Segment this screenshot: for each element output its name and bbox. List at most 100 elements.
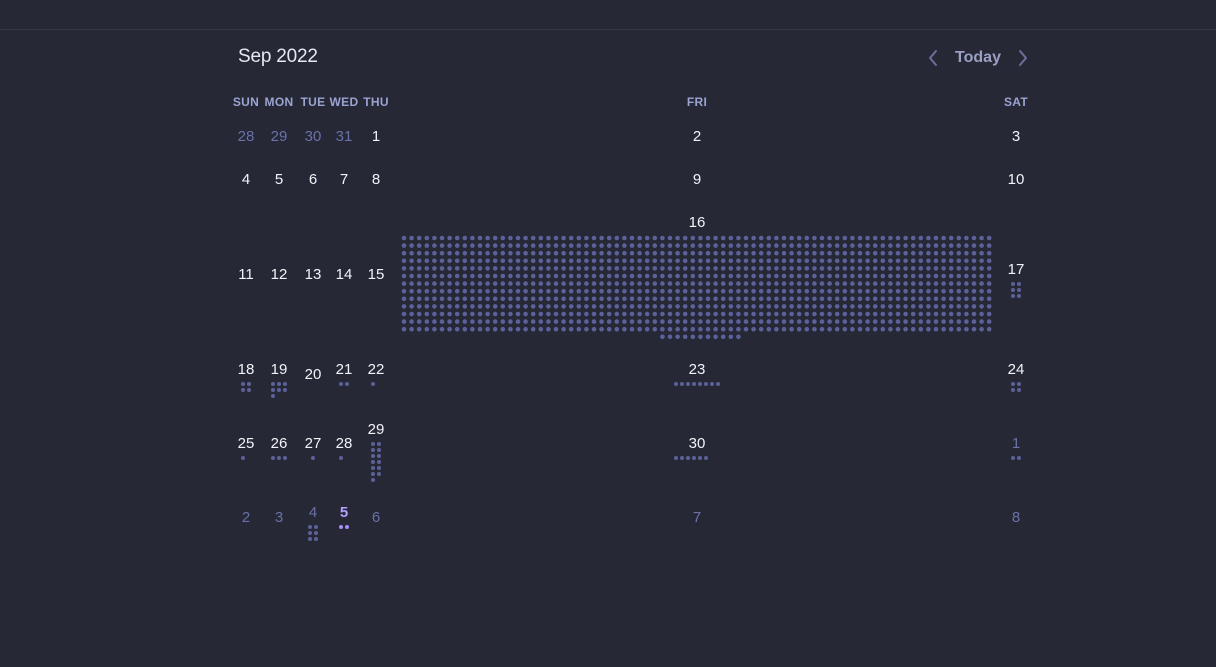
event-dot <box>568 326 574 332</box>
event-dot <box>477 319 483 324</box>
event-dot <box>416 311 422 317</box>
event-dot <box>416 266 422 271</box>
event-dot <box>713 304 718 309</box>
event-dot <box>675 326 680 332</box>
event-dot <box>789 258 794 264</box>
event-dot <box>895 326 901 332</box>
event-dot <box>872 273 878 279</box>
day-cell[interactable]: 30 <box>674 435 717 515</box>
event-dot <box>515 281 521 286</box>
event-dot <box>485 266 490 271</box>
event-dot <box>720 304 726 309</box>
event-dot <box>872 250 878 256</box>
event-dot <box>591 266 597 271</box>
day-cell[interactable]: 7 <box>677 509 717 589</box>
event-dot <box>698 456 702 460</box>
event-dot <box>523 326 528 332</box>
event-dot <box>948 296 954 302</box>
event-dot <box>758 258 764 264</box>
event-dot <box>660 273 665 279</box>
event-dot <box>956 258 962 264</box>
event-dot <box>713 235 718 241</box>
event-dot <box>774 266 779 271</box>
event-dot <box>933 235 939 241</box>
event-dot <box>926 296 931 302</box>
event-dot <box>865 288 870 294</box>
event-dot <box>652 311 658 317</box>
event-dot <box>492 288 498 294</box>
event-dot <box>704 456 708 460</box>
day-cell[interactable]: 8 <box>996 509 1036 589</box>
event-dot <box>500 258 506 264</box>
day-number: 8 <box>371 171 381 188</box>
today-button[interactable]: Today <box>952 49 1004 67</box>
event-dot <box>553 288 559 294</box>
event-dot <box>462 288 468 294</box>
event-dot <box>345 525 349 529</box>
event-dot <box>736 304 741 309</box>
event-dot <box>424 326 430 332</box>
event-dot <box>918 273 924 279</box>
event-dot <box>796 243 802 248</box>
event-dot <box>956 243 962 248</box>
day-cell[interactable]: 24 <box>996 361 1036 441</box>
prev-month-button[interactable] <box>924 48 942 68</box>
event-dot <box>432 273 437 279</box>
event-dot <box>948 311 954 317</box>
day-cell[interactable]: 1 <box>996 435 1036 515</box>
day-cell[interactable]: 29 <box>356 421 396 501</box>
chevron-left-icon <box>924 48 942 68</box>
event-dot <box>842 243 848 248</box>
event-dot <box>971 243 977 248</box>
event-dot <box>553 326 559 332</box>
event-dot <box>857 311 863 317</box>
event-dot <box>462 273 468 279</box>
event-dot <box>462 311 468 317</box>
day-cell[interactable]: 17 <box>996 261 1036 341</box>
event-dot <box>910 288 916 294</box>
event-dot <box>568 273 574 279</box>
event-dot <box>979 243 984 248</box>
event-dot <box>690 235 696 241</box>
event-dot <box>622 235 627 241</box>
event-dot <box>903 258 908 264</box>
event-dot <box>584 235 589 241</box>
event-dot <box>926 304 931 309</box>
event-dot <box>538 311 544 317</box>
event-dot <box>553 266 559 271</box>
event-dot <box>485 258 490 264</box>
day-cell[interactable]: 23 <box>674 361 720 441</box>
event-dot <box>827 326 832 332</box>
event-dot <box>667 326 673 332</box>
event-dot <box>454 235 460 241</box>
event-dot <box>477 266 483 271</box>
event-dot <box>606 243 612 248</box>
event-dot <box>424 319 430 324</box>
event-dot <box>872 311 878 317</box>
event-dot <box>979 311 984 317</box>
event-dot <box>591 243 597 248</box>
event-dot <box>956 319 962 324</box>
event-dot <box>918 281 924 286</box>
event-dot <box>796 266 802 271</box>
event-dot <box>964 281 969 286</box>
day-cell[interactable]: 15 <box>356 266 396 346</box>
event-dot <box>827 319 832 324</box>
event-dot <box>880 258 886 264</box>
event-dot <box>698 266 703 271</box>
event-dot <box>439 235 445 241</box>
event-dot <box>698 281 703 286</box>
day-cell[interactable]: 8 <box>356 171 396 251</box>
event-dot <box>462 296 468 302</box>
event-dot <box>979 273 984 279</box>
day-cell[interactable]: 6 <box>356 509 396 589</box>
event-dot <box>515 288 521 294</box>
next-month-button[interactable] <box>1014 48 1032 68</box>
event-dot <box>606 288 612 294</box>
event-dot <box>713 273 718 279</box>
event-dot <box>492 243 498 248</box>
event-dot <box>561 319 566 324</box>
event-dot <box>895 235 901 241</box>
day-cell[interactable]: 10 <box>996 171 1036 251</box>
event-dot <box>568 311 574 317</box>
